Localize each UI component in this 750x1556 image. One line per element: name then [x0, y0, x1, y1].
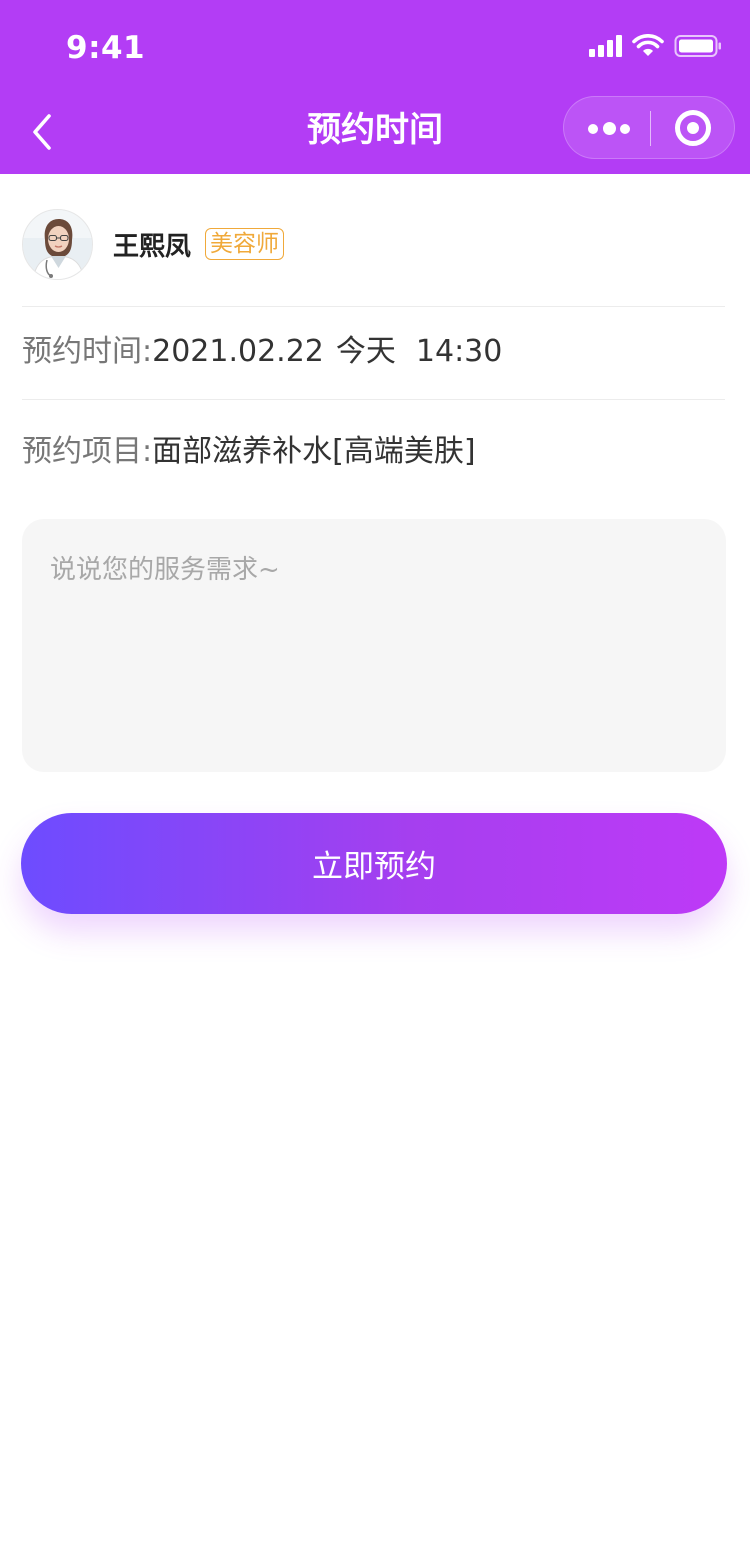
divider — [22, 399, 725, 400]
appointment-item-label: 预约项目: — [22, 434, 153, 469]
more-button[interactable] — [588, 97, 630, 160]
divider — [22, 306, 725, 307]
status-icons — [589, 34, 722, 58]
appointment-item-row: 预约项目:面部滋养补水[高端美肤] — [22, 432, 476, 472]
wifi-icon — [632, 34, 664, 58]
signal-icon — [589, 35, 622, 57]
appointment-time-row: 预约时间:2021.02.22 今天 14:30 — [22, 332, 502, 372]
appointment-time-label: 预约时间: — [22, 334, 153, 369]
beautician-name: 王熙凤 — [113, 231, 192, 262]
booking-screen: 9:41 预约时间 王熙凤 美容师 预约时间:2021.02.22 今天 14:… — [0, 0, 750, 1556]
appointment-clock: 14:30 — [415, 334, 503, 369]
book-now-button[interactable]: 立即预约 — [21, 813, 727, 914]
more-icon — [588, 123, 598, 134]
battery-icon — [674, 34, 722, 58]
beautician-row: 王熙凤 美容师 — [22, 208, 285, 280]
avatar — [22, 208, 93, 280]
appointment-date: 2021.02.22 — [152, 334, 324, 369]
miniprogram-capsule — [563, 96, 735, 159]
close-target-icon[interactable] — [675, 110, 711, 146]
capsule-divider — [650, 111, 651, 146]
role-badge: 美容师 — [205, 228, 285, 260]
service-request-input[interactable] — [22, 519, 726, 772]
status-time: 9:41 — [66, 30, 146, 66]
appointment-item: 面部滋养补水[高端美肤] — [152, 434, 476, 469]
appointment-day: 今天 — [335, 334, 396, 369]
header: 9:41 预约时间 — [0, 0, 750, 174]
